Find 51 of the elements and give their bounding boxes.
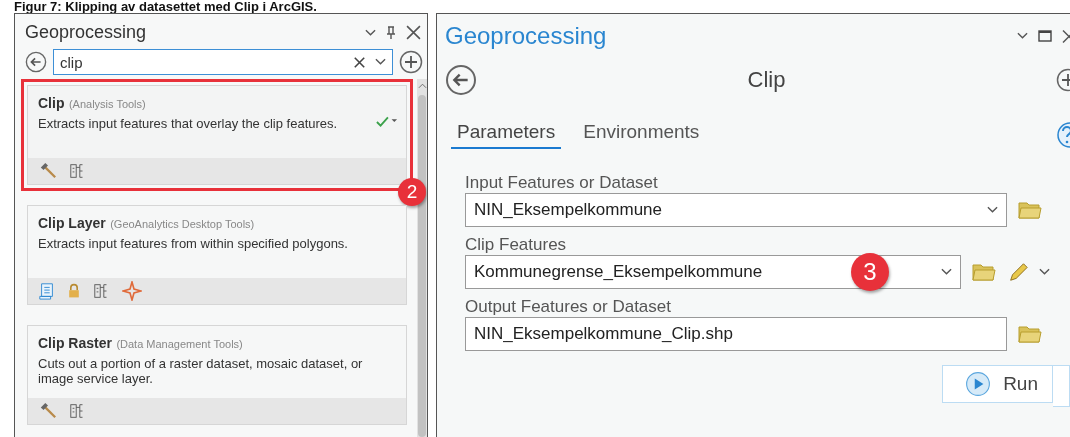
tab[interactable]: Parameters <box>451 120 562 149</box>
lock-icon <box>66 282 82 300</box>
dropdown-field[interactable]: Kommunegrense_Eksempelkommune 3 <box>465 255 961 289</box>
toolbox-name: (Data Management Tools) <box>116 338 243 350</box>
parameter-label: Clip Features <box>465 235 568 255</box>
tool-result-card[interactable]: Clip Raster (Data Management Tools) Cuts out a portion of a raster dataset, mosaic dataset, or image service layer. <box>27 325 407 425</box>
tool-name: Clip Raster <box>38 335 112 351</box>
tab[interactable]: Environments <box>577 120 706 149</box>
run-button[interactable]: Run <box>942 365 1053 403</box>
close-icon[interactable] <box>406 25 421 40</box>
pencil-icon[interactable] <box>1007 261 1029 283</box>
callout-badge: 3 <box>851 253 889 291</box>
sparkle-icon <box>122 281 142 301</box>
chevron-down-icon[interactable] <box>375 58 386 66</box>
tool-description: Cuts out a portion of a raster dataset, mosaic dataset, or image service layer. <box>38 356 364 386</box>
parameter-label: Output Features or Dataset <box>465 297 672 317</box>
pane-title: Geoprocessing <box>25 22 148 43</box>
toolbox-name: (GeoAnalytics Desktop Tools) <box>110 218 255 230</box>
dropdown-field[interactable]: NIN_Eksempelkommune <box>465 193 1007 227</box>
chevron-down-icon[interactable] <box>941 268 952 276</box>
back-icon[interactable] <box>445 64 477 96</box>
pin-icon[interactable] <box>386 25 396 40</box>
scrollbar[interactable] <box>417 79 427 437</box>
hammer-icon <box>38 162 58 180</box>
toolbox-name: (Analysis Tools) <box>68 98 146 110</box>
chevron-down-icon[interactable] <box>987 206 998 214</box>
script-icon <box>38 281 56 301</box>
options-icon[interactable] <box>1017 32 1028 40</box>
figure-caption: Figur 7: Klipping av datasettet med Clip i ArcGIS. <box>13 0 318 13</box>
add-icon[interactable] <box>399 50 423 74</box>
input-field[interactable]: NIN_Eksempelkommune_Clip.shp <box>465 317 1007 351</box>
options-icon[interactable] <box>365 28 376 37</box>
tool-description: Extracts input features that overlay the clip features. <box>38 116 339 131</box>
back-icon[interactable] <box>25 51 47 73</box>
pane-title: Geoprocessing <box>445 22 608 50</box>
play-icon <box>965 371 992 397</box>
maximize-icon[interactable] <box>1038 30 1052 42</box>
parameter-label: Input Features or Dataset <box>465 173 659 193</box>
clear-icon[interactable] <box>354 56 365 68</box>
tool-result-card[interactable]: Clip Layer (GeoAnalytics Desktop Tools) Extracts input features from within specified polygons. <box>27 205 407 305</box>
close-icon[interactable] <box>1062 28 1070 44</box>
tool-title: Clip <box>746 67 787 93</box>
help-icon[interactable] <box>1056 120 1070 149</box>
tool-name: Clip <box>38 95 65 111</box>
tool-result-card[interactable]: Clip (Analysis Tools) Extracts input features that overlay the clip features. <box>27 85 407 185</box>
checkmark-icon[interactable] <box>376 116 398 128</box>
tool-description: Extracts input features from within specified polygons. <box>38 236 349 251</box>
chevron-down-icon[interactable] <box>1039 268 1050 276</box>
tool-name: Clip Layer <box>38 215 106 231</box>
search-field[interactable]: clip <box>53 49 393 75</box>
hammer-icon <box>38 402 58 420</box>
